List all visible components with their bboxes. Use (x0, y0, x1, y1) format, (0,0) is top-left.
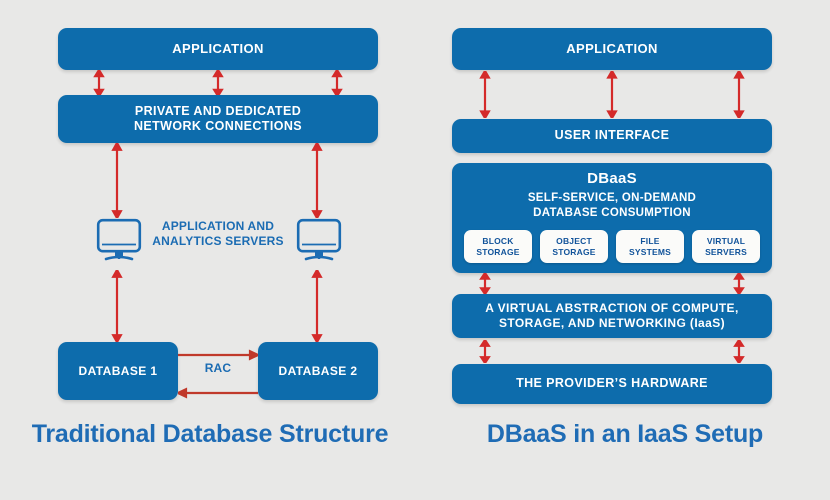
caption-right: DBaaS in an IaaS Setup (442, 420, 808, 450)
box-database-1: DATABASE 1 (58, 342, 178, 400)
caption-left: Traditional Database Structure (18, 420, 402, 450)
monitor-icon (296, 218, 342, 271)
arrow-iaas-to-hardware-1 (479, 340, 491, 363)
traditional-database-panel: APPLICATION PRIVATE AND DEDICATED NETWOR… (0, 0, 420, 500)
box-dbaas: DBaaS SELF-SERVICE, ON-DEMAND DATABASE C… (452, 163, 772, 273)
caption-right-line1: DBaaS (486, 420, 567, 448)
arrow-app-to-network-3 (331, 70, 343, 96)
box-user-interface-label: USER INTERFACE (554, 128, 670, 143)
arrow-app-to-network-1 (93, 70, 105, 96)
chip-object-storage[interactable]: OBJECT STORAGE (540, 230, 608, 264)
arrow-dbaas-to-iaas-2 (733, 273, 745, 294)
box-left-network-line1: PRIVATE AND DEDICATED (134, 103, 302, 118)
box-user-interface: USER INTERFACE (452, 119, 772, 153)
chip-file-systems-line2: SYSTEMS (628, 246, 672, 257)
box-dbaas-sub-line2: DATABASE CONSUMPTION (533, 207, 691, 220)
arrow-network-to-server-left (111, 143, 123, 218)
caption-right-line2: in an IaaS Setup (573, 420, 764, 448)
box-dbaas-title: DBaaS (587, 170, 637, 187)
chip-file-systems-line1: FILE (640, 236, 660, 247)
arrow-app-to-network-2 (212, 70, 224, 96)
box-right-application-label: APPLICATION (566, 41, 658, 57)
arrow-rac-forward (178, 349, 258, 361)
chip-object-storage-line1: OBJECT (556, 236, 592, 247)
dbaas-iaas-panel: APPLICATION USER INTERFACE DBaaS SELF-SE… (420, 0, 830, 500)
arrow-server-to-database-2 (311, 270, 323, 342)
box-left-network-line2: NETWORK CONNECTIONS (133, 119, 302, 133)
chip-block-storage-line1: BLOCK (482, 236, 514, 247)
box-right-application: APPLICATION (452, 28, 772, 70)
dbaas-chip-row: BLOCK STORAGE OBJECT STORAGE FILE SYSTEM… (452, 230, 772, 264)
box-database-1-label: DATABASE 1 (78, 363, 158, 378)
chip-block-storage-line2: STORAGE (476, 246, 520, 257)
box-provider-hardware-label: THE PROVIDER’S HARDWARE (516, 376, 708, 391)
label-servers-line2: ANALYTICS SERVERS (152, 234, 284, 248)
box-left-network-connections: PRIVATE AND DEDICATED NETWORK CONNECTION… (58, 95, 378, 143)
arrow-app-to-ui-2 (606, 71, 618, 118)
chip-virtual-servers-line2: SERVERS (705, 246, 747, 257)
caption-left-line2: Structure (278, 420, 389, 448)
label-rac: RAC (204, 361, 232, 375)
box-iaas-line1: A VIRTUAL ABSTRACTION OF COMPUTE, (485, 301, 739, 316)
chip-object-storage-line2: STORAGE (552, 246, 596, 257)
box-left-application-label: APPLICATION (172, 41, 264, 57)
chip-file-systems[interactable]: FILE SYSTEMS (616, 230, 684, 264)
box-iaas-abstraction: A VIRTUAL ABSTRACTION OF COMPUTE, STORAG… (452, 294, 772, 338)
box-iaas-line2: STORAGE, AND NETWORKING (IaaS) (498, 316, 725, 330)
box-provider-hardware: THE PROVIDER’S HARDWARE (452, 364, 772, 404)
box-database-2: DATABASE 2 (258, 342, 378, 400)
monitor-icon (96, 218, 142, 271)
box-database-2-label: DATABASE 2 (278, 363, 358, 378)
box-left-application: APPLICATION (58, 28, 378, 70)
label-servers-line1: APPLICATION AND (161, 219, 275, 233)
arrow-app-to-ui-3 (733, 71, 745, 118)
arrow-dbaas-to-iaas-1 (479, 273, 491, 294)
arrow-rac-reverse (178, 387, 258, 399)
diagram-canvas: APPLICATION PRIVATE AND DEDICATED NETWOR… (0, 0, 830, 500)
chip-block-storage[interactable]: BLOCK STORAGE (464, 230, 532, 264)
chip-virtual-servers-line1: VIRTUAL (706, 236, 746, 247)
arrow-network-to-server-right (311, 143, 323, 218)
box-dbaas-sub-line1: SELF-SERVICE, ON-DEMAND (527, 192, 697, 205)
arrow-server-to-database-1 (111, 270, 123, 342)
arrow-iaas-to-hardware-2 (733, 340, 745, 363)
label-application-analytics-servers: APPLICATION AND ANALYTICS SERVERS (148, 219, 288, 249)
arrow-app-to-ui-1 (479, 71, 491, 118)
caption-left-line1: Traditional Database (31, 420, 273, 448)
chip-virtual-servers[interactable]: VIRTUAL SERVERS (692, 230, 760, 264)
